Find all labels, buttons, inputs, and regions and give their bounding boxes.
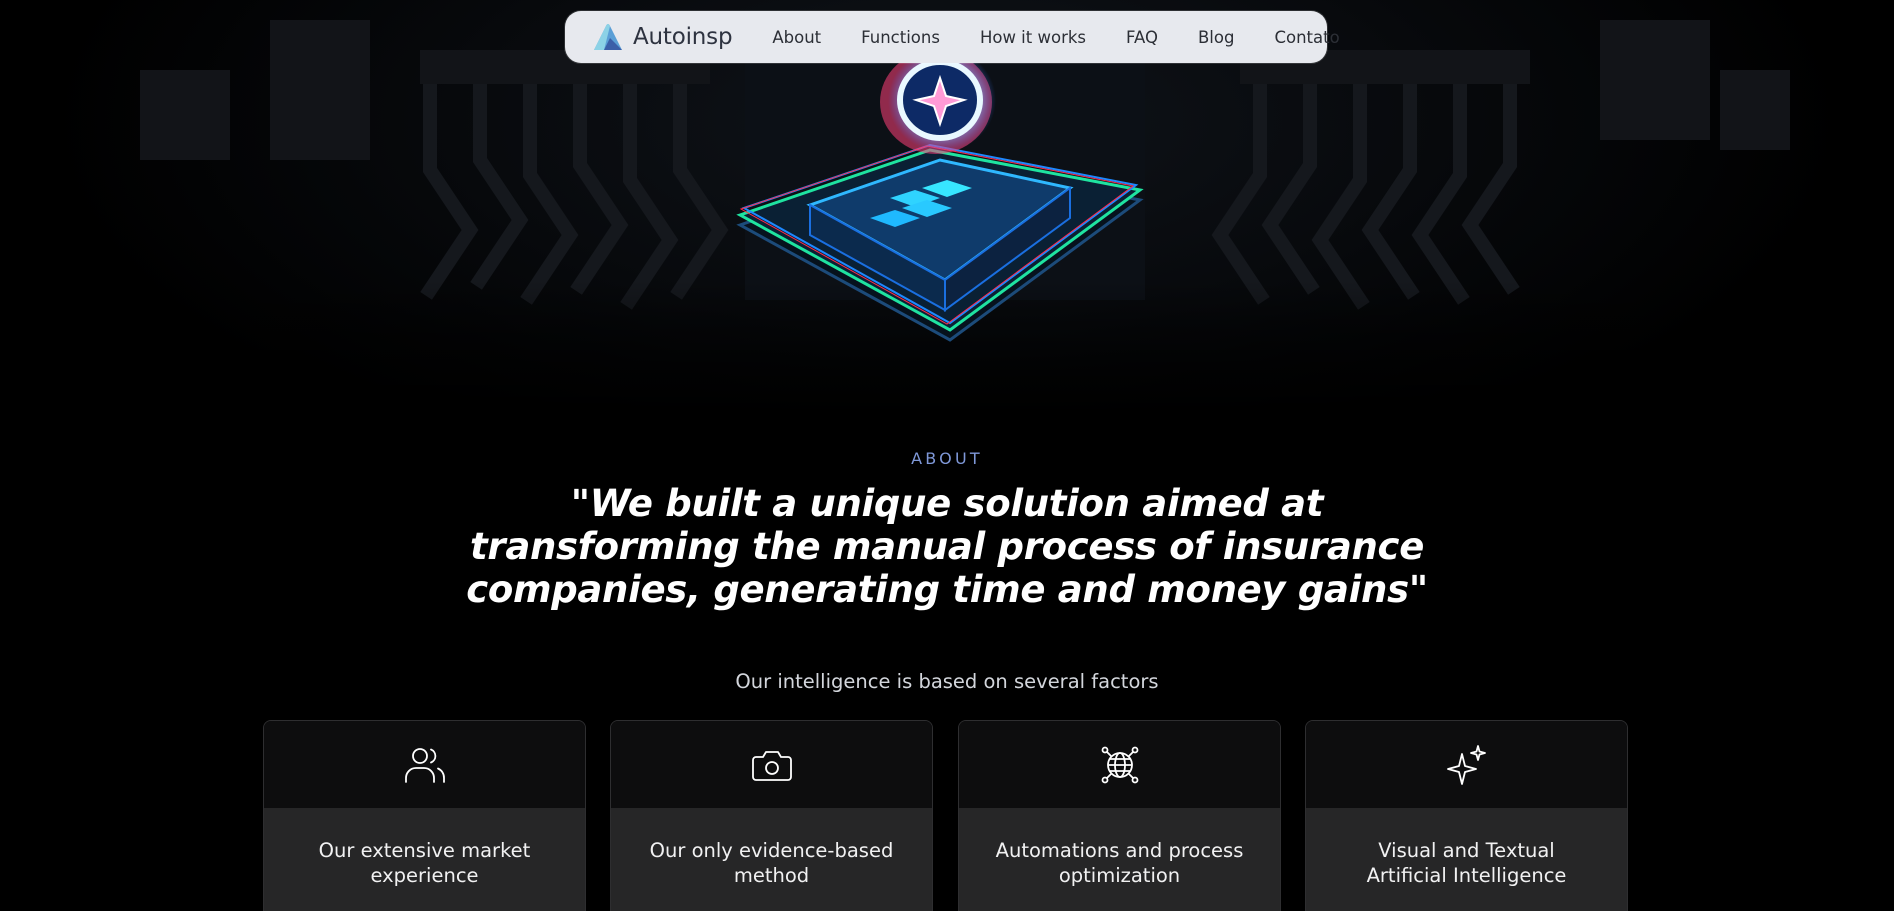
factor-card-market-experience: Our extensive market experience (263, 720, 586, 911)
factor-cards: Our extensive market experience Our only… (263, 720, 1629, 911)
autoinsp-logo-icon (594, 24, 622, 50)
landing-page: Autoinsp About Functions How it works FA… (0, 0, 1894, 911)
card-icon-area (611, 721, 932, 808)
card-title: Our extensive market experience (318, 839, 531, 887)
card-text-area: Our extensive market experience (264, 808, 585, 911)
ai-chip-illustration (736, 48, 1144, 342)
card-title: Our only evidence-based method (649, 839, 894, 887)
nav-link-blog[interactable]: Blog (1198, 28, 1234, 47)
about-eyebrow: ABOUT (911, 449, 983, 468)
sparkle-icon (1446, 744, 1486, 785)
brand-name: Autoinsp (633, 24, 733, 50)
card-icon-area (1306, 721, 1627, 808)
brand[interactable]: Autoinsp (591, 22, 733, 52)
nav-link-functions[interactable]: Functions (861, 28, 940, 47)
factor-card-evidence-method: Our only evidence-based method (610, 720, 933, 911)
top-navigation-bar: Autoinsp About Functions How it works FA… (565, 11, 1340, 63)
camera-icon (751, 750, 792, 781)
card-icon-area (264, 721, 585, 808)
users-icon (404, 747, 445, 783)
card-icon-area (959, 721, 1280, 808)
nav-link-contato[interactable]: Contato (1274, 28, 1339, 47)
card-title: Automations and process optimization (995, 839, 1244, 887)
factor-card-ai: Visual and Textual Artificial Intelligen… (1305, 720, 1628, 911)
card-text-area: Our only evidence-based method (611, 808, 932, 911)
nav-link-about[interactable]: About (772, 28, 821, 47)
card-text-area: Automations and process optimization (959, 808, 1280, 911)
factor-card-automations: Automations and process optimization (958, 720, 1281, 911)
nav-link-how-it-works[interactable]: How it works (980, 28, 1086, 47)
card-title: Visual and Textual Artificial Intelligen… (1366, 839, 1567, 887)
card-text-area: Visual and Textual Artificial Intelligen… (1306, 808, 1627, 911)
nav-link-faq[interactable]: FAQ (1126, 28, 1158, 47)
factors-subtitle: Our intelligence is based on several fac… (735, 670, 1159, 693)
nav-links: About Functions How it works FAQ Blog Co… (772, 28, 1339, 47)
about-quote: "We built a unique solution aimed at tra… (466, 482, 1428, 611)
globe-network-icon (1101, 746, 1138, 783)
